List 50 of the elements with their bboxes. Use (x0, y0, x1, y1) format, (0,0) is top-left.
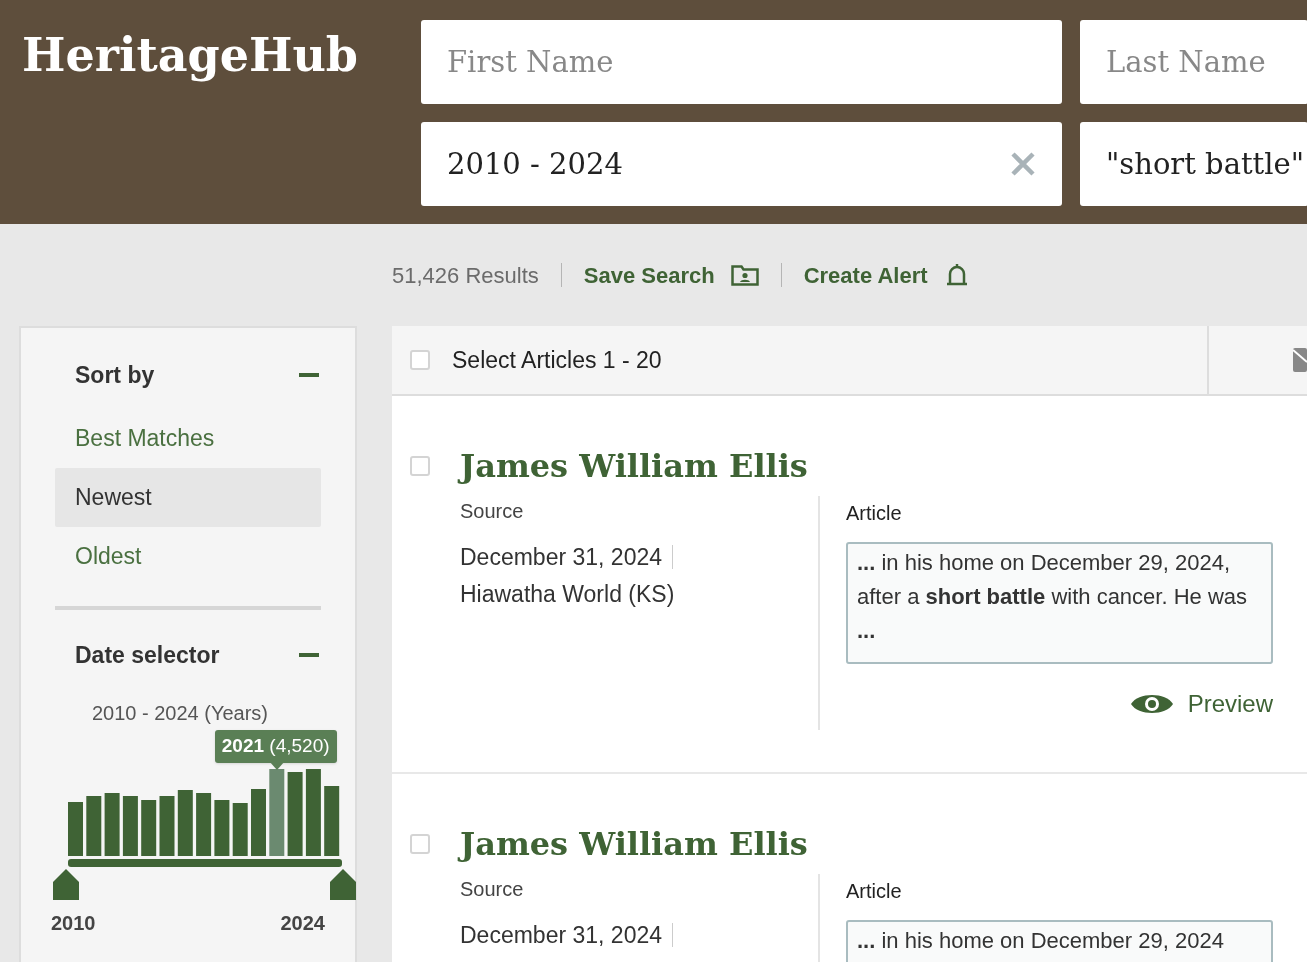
histogram-bar[interactable] (122, 796, 138, 856)
histogram-bar[interactable] (214, 800, 230, 856)
source-label: Source (460, 499, 525, 524)
search-field[interactable]: 2010 - 2024 (421, 122, 1062, 206)
bar-tooltip: 2021 (4,520) (214, 730, 337, 763)
select-articles-label: Select Articles 1 - 20 (452, 345, 662, 375)
histogram-bar[interactable] (196, 793, 212, 856)
sort-option[interactable]: Newest (55, 467, 321, 527)
article-label: Article (846, 879, 903, 904)
slider-handle[interactable] (330, 869, 356, 900)
collapse-icon[interactable] (299, 652, 319, 657)
folder-icon (730, 264, 759, 286)
histogram-bar[interactable] (159, 796, 175, 856)
article-snippet: ... in his home on December 29, 2024, after a short battle with cancer. He was ... (846, 542, 1273, 664)
article-label: Article (846, 501, 903, 526)
collapse-icon[interactable] (299, 373, 319, 378)
checkbox[interactable] (410, 834, 430, 854)
search-field[interactable]: "short battle" (1080, 122, 1307, 206)
section-heading: Sort by (75, 361, 155, 390)
sort-option[interactable]: Best Matches (55, 408, 321, 468)
search-field[interactable]: First Name (421, 20, 1062, 104)
checkbox[interactable] (410, 350, 430, 370)
histogram-bar[interactable] (86, 796, 102, 856)
histogram-bar[interactable] (324, 786, 340, 856)
sort-option[interactable]: Oldest (55, 526, 321, 586)
histogram-bar[interactable] (305, 769, 321, 856)
preview-button[interactable]: Preview (1129, 686, 1273, 722)
histogram-bar[interactable] (177, 790, 193, 856)
checkbox[interactable] (410, 456, 430, 476)
source-date: December 31, 2024 (460, 921, 662, 950)
histogram-bar[interactable] (141, 800, 157, 856)
tooltip-pointer-icon (268, 761, 285, 770)
range-label: 2010 - 2024 (Years) (90, 701, 269, 726)
histogram-bar[interactable] (232, 803, 248, 856)
histogram-bar[interactable] (287, 772, 303, 856)
range-min-label: 2010 (51, 911, 96, 936)
selected-histogram-bar[interactable] (269, 769, 285, 856)
save-search-link[interactable]: Save Search (583, 258, 759, 292)
create-alert-link[interactable]: Create Alert (803, 258, 970, 292)
clear-icon[interactable] (1010, 151, 1036, 177)
slider-handle[interactable] (53, 869, 79, 900)
article-snippet: ... in his home on December 29, 2024 (846, 920, 1273, 962)
results-count: 51,426 Results (392, 261, 539, 290)
source-date: December 31, 2024 (460, 543, 662, 572)
source-label: Source (460, 877, 525, 902)
search-field[interactable]: Last Name (1080, 20, 1307, 104)
publication-name: Hiawatha World (KS) (460, 579, 676, 609)
range-max-label: 2024 (280, 911, 325, 936)
histogram-bar[interactable] (104, 793, 120, 856)
section-heading: Date selector (75, 640, 220, 670)
